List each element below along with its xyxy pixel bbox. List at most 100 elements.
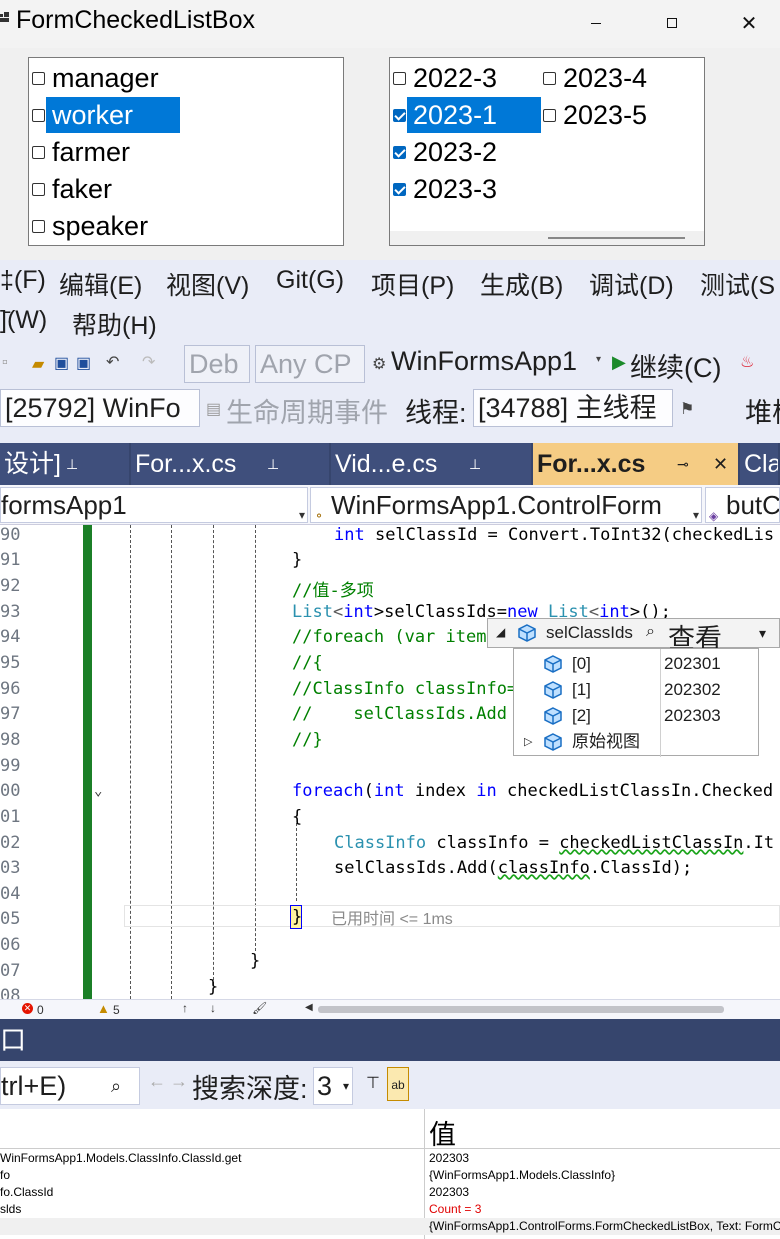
menu-project[interactable]: 项目(P): [371, 266, 454, 302]
tab-active-form-cs[interactable]: For...x.cs ⊸ ✕: [533, 443, 740, 485]
tab-form-cs[interactable]: For...x.cs ⊥: [131, 443, 331, 485]
table-row[interactable]: fo.ClassId 202303: [0, 1184, 780, 1201]
maximize-button[interactable]: [652, 8, 692, 38]
tab-class[interactable]: Cla: [740, 443, 780, 485]
flag-icon[interactable]: ⚑: [680, 399, 694, 419]
checkbox[interactable]: [543, 72, 556, 85]
list-item-selected[interactable]: 2023-1: [390, 97, 541, 133]
checked-list-classes[interactable]: 2022-3 2023-1 2023-2 2023-3 2023-4 2023-…: [389, 57, 705, 246]
search-depth-dropdown[interactable]: 3 ▾: [313, 1067, 353, 1105]
list-item[interactable]: 2023-5: [540, 97, 690, 133]
search-icon[interactable]: ⌕: [111, 1068, 121, 1104]
continue-button[interactable]: 继续(C): [630, 346, 721, 385]
type-dropdown[interactable]: ⚬ WinFormsApp1.ControlForm ▾: [310, 487, 702, 523]
pin-icon[interactable]: ⊥: [66, 443, 78, 485]
list-item[interactable]: faker: [29, 171, 329, 207]
menu-file[interactable]: ‡(F): [0, 266, 46, 295]
pin-icon[interactable]: ⊥: [267, 443, 279, 485]
pin-icon[interactable]: ⊥: [469, 443, 481, 485]
chevron-down-icon[interactable]: ▾: [759, 625, 766, 642]
checkbox[interactable]: [32, 183, 45, 196]
hex-display-icon[interactable]: ab: [387, 1067, 409, 1101]
datatip-row[interactable]: ▷ 原始视图: [514, 729, 760, 755]
checkbox[interactable]: [32, 72, 45, 85]
pin-icon[interactable]: ⊸: [677, 443, 689, 485]
checkbox-checked[interactable]: [393, 109, 406, 122]
close-button[interactable]: ✕: [729, 8, 769, 38]
close-icon[interactable]: ✕: [713, 443, 728, 485]
scroll-left-icon[interactable]: ◀: [305, 1002, 313, 1013]
search-input[interactable]: trl+E) ⌕: [0, 1067, 140, 1105]
save-icon[interactable]: ▣: [54, 353, 69, 373]
hot-reload-icon[interactable]: ♨: [740, 352, 754, 372]
project-dropdown[interactable]: formsApp1 ▾: [0, 487, 308, 523]
error-icon[interactable]: ✕: [22, 1003, 33, 1014]
row-value: {WinFormsApp1.ControlForms.FormCheckedLi…: [429, 1219, 780, 1233]
solution-config-dropdown[interactable]: Deb: [184, 345, 250, 383]
collapse-triangle-icon[interactable]: ◢: [496, 625, 505, 639]
tab-designer[interactable]: 设计] ⊥: [0, 443, 131, 485]
checkbox[interactable]: [393, 72, 406, 85]
table-row[interactable]: slds Count = 3: [0, 1201, 780, 1218]
horizontal-scrollbar[interactable]: [390, 231, 704, 245]
list-item[interactable]: manager: [29, 60, 329, 96]
brush-icon[interactable]: 🖌: [252, 1001, 267, 1015]
arrow-down-icon[interactable]: ↓: [210, 1001, 216, 1015]
save-all-icon[interactable]: ▣: [76, 353, 91, 373]
checkbox-checked[interactable]: [393, 183, 406, 196]
list-item[interactable]: 2023-4: [540, 60, 690, 96]
lifecycle-events-button[interactable]: 生命周期事件: [226, 391, 388, 430]
checkbox-checked[interactable]: [393, 146, 406, 159]
menu-window[interactable]: ]̄(W): [0, 306, 47, 335]
code-editor[interactable]: 90 91 92 93 94 95 96 97 98 99 00 01 02 0…: [0, 525, 780, 999]
list-item[interactable]: farmer: [29, 134, 329, 170]
process-dropdown[interactable]: [25792] WinFo: [0, 389, 200, 427]
arrow-up-icon[interactable]: ↑: [182, 1001, 188, 1015]
list-item[interactable]: speaker: [29, 208, 329, 244]
horizontal-scrollbar-thumb[interactable]: [318, 1006, 724, 1013]
checkbox[interactable]: [543, 109, 556, 122]
list-item[interactable]: 2022-3: [390, 60, 540, 96]
datatip-row[interactable]: [2] 202303: [514, 703, 760, 729]
datatip-header[interactable]: ◢ selClassIds ⌕ 查看 ▾: [487, 618, 780, 654]
magnifier-icon[interactable]: ⌕: [646, 623, 655, 641]
warning-icon[interactable]: ▲: [97, 1001, 110, 1016]
table-row[interactable]: WinFormsApp1.Models.ClassInfo.ClassId.ge…: [0, 1150, 780, 1167]
checkbox[interactable]: [32, 146, 45, 159]
solution-platform-dropdown[interactable]: Any CP: [255, 345, 365, 383]
scrollbar-thumb[interactable]: [548, 237, 685, 239]
arrow-right-icon[interactable]: →: [170, 1071, 188, 1092]
pin-icon[interactable]: ⊤: [366, 1073, 380, 1093]
member-dropdown[interactable]: ◈ butC: [705, 487, 780, 523]
datatip-row[interactable]: [0] 202301: [514, 651, 760, 677]
startup-project[interactable]: WinFormsApp1: [391, 346, 577, 377]
open-folder-icon[interactable]: ▰: [32, 354, 44, 374]
menu-build[interactable]: 生成(B): [480, 266, 563, 302]
redo-icon[interactable]: ↷: [142, 352, 155, 372]
checkbox[interactable]: [32, 220, 45, 233]
menu-test[interactable]: 测试(S: [700, 266, 775, 302]
list-item-selected[interactable]: worker: [29, 97, 329, 133]
menu-edit[interactable]: 编辑(E): [59, 266, 142, 302]
menu-view[interactable]: 视图(V): [166, 266, 249, 302]
undo-icon[interactable]: ↶: [106, 352, 119, 372]
thread-dropdown[interactable]: [34788] 主线程: [473, 389, 673, 427]
expand-triangle-icon[interactable]: ▷: [524, 729, 532, 755]
table-row[interactable]: fo {WinFormsApp1.Models.ClassInfo}: [0, 1167, 780, 1184]
list-item[interactable]: 2023-3: [390, 171, 540, 207]
menu-debug[interactable]: 调试(D): [589, 266, 674, 302]
collapse-chevron-icon[interactable]: ⌄: [94, 783, 102, 799]
table-row[interactable]: {WinFormsApp1.ControlForms.FormCheckedLi…: [0, 1218, 780, 1235]
arrow-left-icon[interactable]: ←: [148, 1071, 166, 1092]
datatip-row[interactable]: [1] 202302: [514, 677, 760, 703]
tab-video-cs[interactable]: Vid...e.cs ⊥: [331, 443, 533, 485]
checkbox[interactable]: [32, 109, 45, 122]
minimize-button[interactable]: [576, 8, 616, 38]
list-item[interactable]: 2023-2: [390, 134, 540, 170]
menu-git[interactable]: Git(G): [276, 266, 344, 295]
play-icon[interactable]: ▶: [612, 352, 626, 373]
new-item-icon[interactable]: ▫: [2, 354, 8, 372]
menu-help[interactable]: 帮助(H): [72, 306, 157, 342]
checked-list-roles[interactable]: manager worker farmer faker speaker: [28, 57, 344, 246]
chevron-down-icon[interactable]: ▾: [596, 354, 601, 365]
